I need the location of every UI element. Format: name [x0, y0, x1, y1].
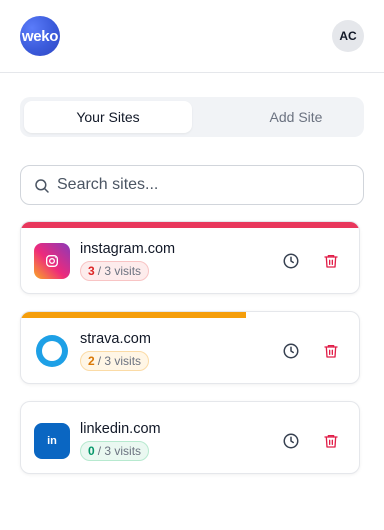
tab-add-site[interactable]: Add Site: [212, 101, 380, 133]
site-card: in linkedin.com 0 / 3 visits: [20, 401, 360, 474]
usage-bar: [21, 312, 247, 318]
visits-total: / 3 visits: [97, 444, 142, 458]
clock-icon: [283, 253, 299, 269]
tab-bar: Your Sites Add Site: [20, 97, 364, 137]
site-name: instagram.com: [80, 241, 176, 257]
site-card: strava.com 2 / 3 visits: [20, 311, 360, 384]
linkedin-icon: in: [34, 423, 70, 459]
delete-button[interactable]: [321, 341, 341, 361]
visits-count: 2: [88, 354, 95, 368]
visits-count: 3: [88, 264, 95, 278]
trash-icon: [324, 255, 338, 268]
visits-badge: 2 / 3 visits: [80, 351, 150, 371]
clock-icon: [283, 433, 299, 449]
site-name: linkedin.com: [80, 421, 161, 437]
trash-icon: [324, 345, 338, 358]
history-button[interactable]: [281, 341, 301, 361]
instagram-icon: [34, 243, 70, 279]
app-header: weko AC: [0, 0, 384, 73]
site-card: instagram.com 3 / 3 visits: [20, 221, 360, 294]
search-icon: [35, 179, 49, 193]
tab-your-sites[interactable]: Your Sites: [24, 101, 192, 133]
weko-logo[interactable]: weko: [20, 16, 60, 56]
history-button[interactable]: [281, 431, 301, 451]
trash-icon: [324, 435, 338, 448]
search-box: [20, 165, 364, 205]
logo-text: weko: [21, 27, 59, 45]
usage-bar: [21, 222, 359, 228]
visits-total: / 3 visits: [97, 354, 142, 368]
visits-count: 0: [88, 444, 95, 458]
user-avatar[interactable]: AC: [332, 20, 364, 52]
delete-button[interactable]: [321, 431, 341, 451]
visits-badge: 0 / 3 visits: [80, 441, 150, 461]
delete-button[interactable]: [321, 251, 341, 271]
clock-icon: [283, 343, 299, 359]
history-button[interactable]: [281, 251, 301, 271]
visits-total: / 3 visits: [97, 264, 142, 278]
search-input[interactable]: [57, 168, 353, 202]
avatar-initials: AC: [339, 29, 357, 43]
strava-icon: [34, 333, 70, 369]
visits-badge: 3 / 3 visits: [80, 261, 150, 281]
site-name: strava.com: [80, 331, 151, 347]
